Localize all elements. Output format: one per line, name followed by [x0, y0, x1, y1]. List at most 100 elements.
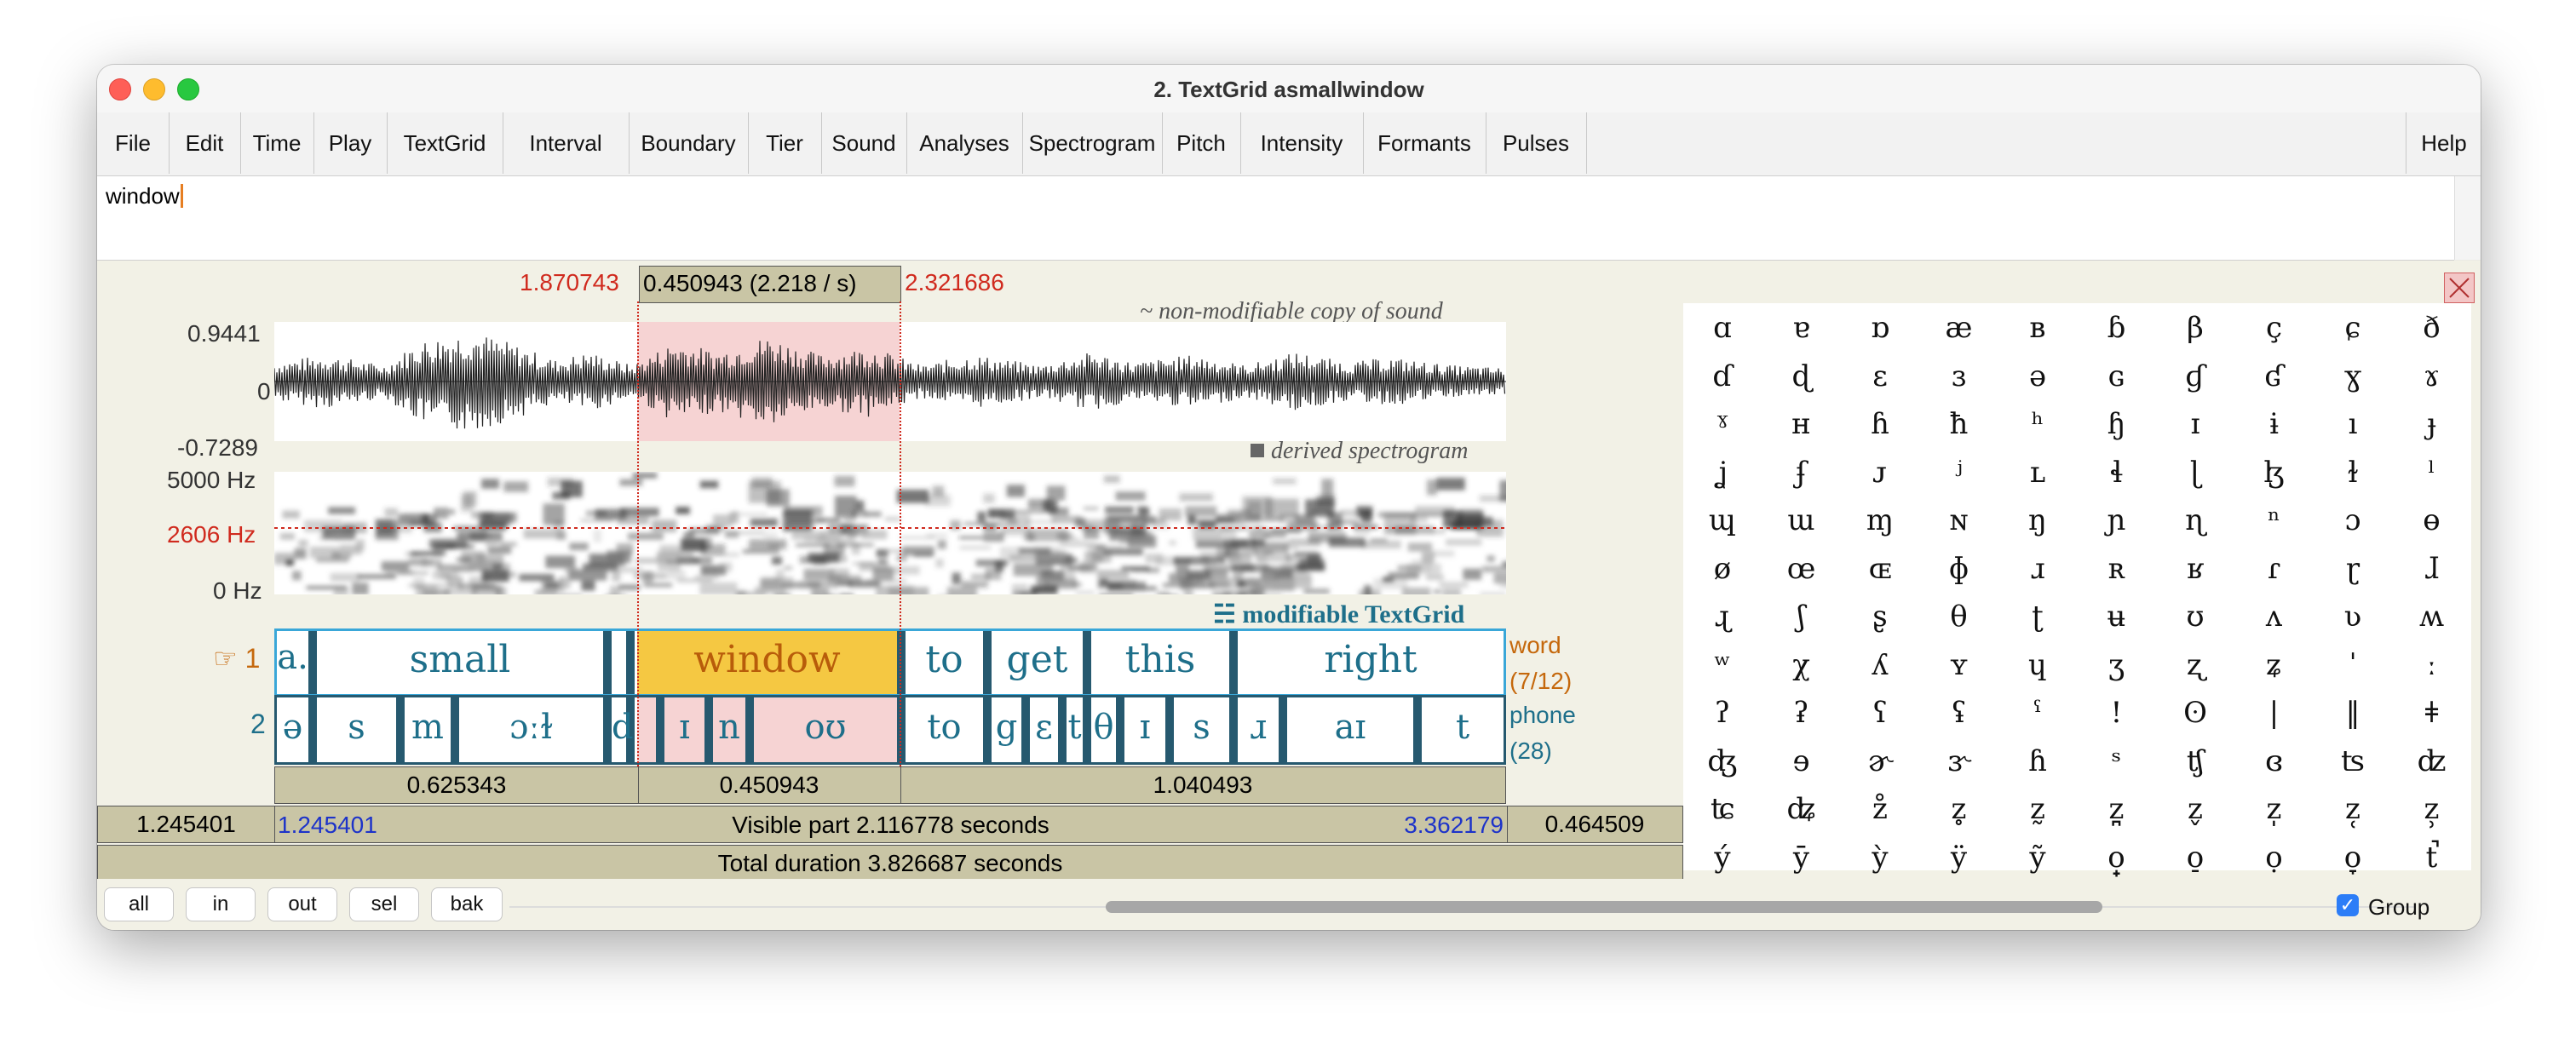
ipa-char[interactable]: ɵ	[2393, 496, 2471, 545]
ipa-char[interactable]: ý	[1683, 833, 1762, 882]
menu-formants[interactable]: Formants	[1363, 112, 1486, 174]
ipa-char[interactable]: z̩	[2235, 784, 2314, 834]
ipa-char[interactable]: ʘ	[2156, 688, 2234, 737]
ipa-char[interactable]: ɻ	[1683, 592, 1762, 641]
phone-interval[interactable]: t	[1067, 708, 1083, 747]
menu-sound[interactable]: Sound	[821, 112, 907, 174]
ipa-char[interactable]: ɛ	[1841, 352, 1919, 401]
ipa-char[interactable]: ʙ	[1998, 303, 2077, 353]
ipa-char[interactable]: β	[2156, 303, 2234, 353]
ipa-char[interactable]: ɭ	[2156, 448, 2234, 497]
phone-boundary[interactable]	[396, 697, 405, 762]
phone-interval[interactable]: s	[317, 708, 396, 747]
phone-boundary[interactable]	[603, 697, 612, 762]
ipa-char[interactable]: œ	[1762, 544, 1841, 594]
phone-interval[interactable]: g	[992, 708, 1021, 747]
ipa-char[interactable]: o̟	[2078, 833, 2156, 882]
phone-boundary[interactable]	[1413, 697, 1422, 762]
waveform-view[interactable]	[274, 322, 1506, 441]
ipa-char[interactable]: ħ	[1920, 399, 1998, 449]
phone-interval[interactable]: s	[1174, 708, 1229, 747]
ipa-char[interactable]: ʜ	[1762, 399, 1841, 449]
ipa-char[interactable]: ʊ	[2156, 592, 2234, 641]
text-vertical-scrollbar[interactable]	[2454, 176, 2481, 260]
ipa-char[interactable]: ʷ	[1683, 640, 1762, 690]
menu-play[interactable]: Play	[313, 112, 388, 174]
menu-pulses[interactable]: Pulses	[1486, 112, 1587, 174]
word-interval[interactable]: to	[906, 638, 983, 681]
ipa-char[interactable]: ɴ	[1920, 496, 1998, 545]
ipa-char[interactable]: |	[2235, 688, 2314, 737]
phone-boundary[interactable]	[1116, 697, 1124, 762]
word-boundary[interactable]	[983, 631, 992, 694]
ipa-char[interactable]: ʲ	[1920, 448, 1998, 497]
word-boundary[interactable]	[897, 631, 906, 694]
ipa-char[interactable]: z̬	[2156, 784, 2234, 834]
ipa-char[interactable]: ʦ	[2314, 737, 2392, 786]
phone-interval[interactable]: t	[1422, 708, 1504, 747]
phone-boundary[interactable]	[656, 697, 664, 762]
phone-boundary[interactable]	[1058, 697, 1067, 762]
phone-interval[interactable]: n	[713, 708, 745, 747]
phone-boundary[interactable]	[308, 697, 317, 762]
ipa-char[interactable]: ɔ	[2314, 496, 2392, 545]
word-interval[interactable]: this	[1091, 638, 1229, 681]
ipa-char[interactable]: o̠	[2156, 833, 2234, 882]
ipa-char[interactable]: ɶ	[1841, 544, 1919, 594]
menu-textgrid[interactable]: TextGrid	[387, 112, 503, 174]
ipa-char[interactable]: ɠ	[2156, 352, 2234, 401]
ipa-char[interactable]: ð	[2393, 303, 2471, 353]
phone-boundary[interactable]	[897, 697, 906, 762]
menu-interval[interactable]: Interval	[503, 112, 630, 174]
phone-boundary[interactable]	[1229, 697, 1238, 762]
ipa-char[interactable]: z̰	[1998, 784, 2077, 834]
ipa-char[interactable]: ʡ	[1762, 688, 1841, 737]
ipa-char[interactable]: ɒ	[1841, 303, 1919, 353]
phone-boundary[interactable]	[983, 697, 992, 762]
phone-interval[interactable]: θ	[1091, 708, 1116, 747]
phone-interval[interactable]: oʊ	[754, 708, 897, 747]
ipa-char[interactable]: ɢ	[2078, 352, 2156, 401]
menu-boundary[interactable]: Boundary	[629, 112, 749, 174]
ipa-char[interactable]: ɪ	[2156, 399, 2234, 449]
ipa-char[interactable]: ə	[1998, 352, 2077, 401]
ipa-char[interactable]: ı	[2314, 399, 2392, 449]
ipa-char[interactable]: ɝ	[1920, 737, 1998, 786]
word-interval[interactable]: small	[317, 638, 603, 681]
ipa-char[interactable]: ˠ	[1683, 399, 1762, 449]
phone-interval[interactable]: ə	[277, 708, 308, 747]
visible-part[interactable]: 1.245401 Visible part 2.116778 seconds 3…	[274, 806, 1508, 842]
ipa-char[interactable]: ÿ	[1920, 833, 1998, 882]
group-checkbox[interactable]: ✓	[2337, 894, 2359, 916]
ipa-char[interactable]: ˢ	[2078, 737, 2156, 786]
after-visible-duration[interactable]: 0.464509	[1507, 806, 1682, 842]
ipa-char[interactable]: ʒ	[2078, 640, 2156, 690]
ipa-char[interactable]: ɗ	[1683, 352, 1762, 401]
ipa-char[interactable]: ʃ	[1762, 592, 1841, 641]
ipa-char[interactable]: ɤ	[2393, 352, 2471, 401]
phone-tier[interactable]: ə s m ɔːɫ d ɪ n oʊ to g ɛ t θ ɪ s ɹ aɪ t	[274, 695, 1506, 765]
ipa-char[interactable]: ç	[2235, 303, 2314, 353]
ipa-char[interactable]: ɞ	[2235, 737, 2314, 786]
ipa-char[interactable]: ʀ	[2078, 544, 2156, 594]
ipa-char[interactable]: !	[2078, 688, 2156, 737]
total-duration[interactable]: Total duration 3.826687 seconds	[97, 845, 1683, 882]
zoom-all-button[interactable]: all	[104, 887, 174, 921]
ipa-char[interactable]: ʝ	[1683, 448, 1762, 497]
ipa-char[interactable]: o̞	[2314, 833, 2392, 882]
ipa-char[interactable]: ɥ	[1998, 640, 2077, 690]
zoom-selection-button[interactable]: sel	[349, 887, 419, 921]
ipa-char[interactable]: ɓ	[2078, 303, 2156, 353]
phone-boundary[interactable]	[704, 697, 713, 762]
phone-interval[interactable]: aɪ	[1287, 708, 1413, 747]
ipa-char[interactable]: ɫ	[2314, 448, 2392, 497]
zoom-in-button[interactable]: in	[186, 887, 256, 921]
selected-part-duration[interactable]: 0.450943	[638, 767, 901, 803]
ipa-char[interactable]: ʍ	[2393, 592, 2471, 641]
ipa-char[interactable]: ɖ	[1762, 352, 1841, 401]
ipa-char[interactable]: ọ	[2235, 833, 2314, 882]
word-interval[interactable]: a.	[277, 638, 308, 677]
ipa-char[interactable]: ɣ	[2314, 352, 2392, 401]
ipa-char[interactable]: ɰ	[1683, 496, 1762, 545]
ipa-char[interactable]: ʋ	[2314, 592, 2392, 641]
